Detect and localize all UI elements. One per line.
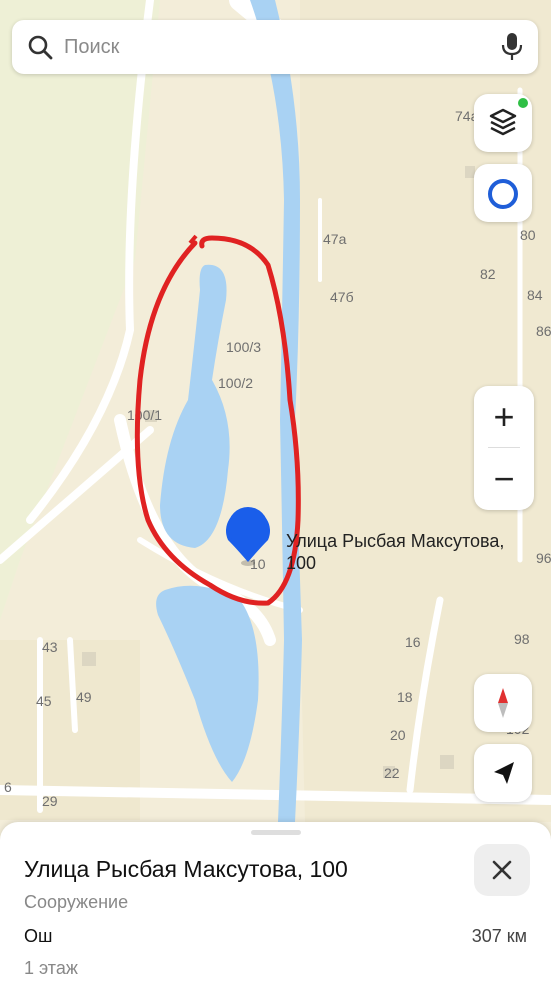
house-label: 49 — [76, 689, 92, 705]
place-floors: 1 этаж — [24, 958, 78, 978]
place-distance: 307 км — [471, 926, 527, 946]
navigation-button[interactable] — [474, 744, 532, 802]
house-label: 100/3 — [226, 339, 261, 355]
microphone-icon[interactable] — [500, 32, 524, 62]
close-icon — [492, 860, 512, 880]
place-card[interactable]: Улица Рысбая Максутова, 100 Сооружение О… — [0, 822, 551, 1000]
zoom-controls: + − — [474, 386, 534, 510]
house-label: 47а — [323, 231, 347, 247]
place-type: Сооружение — [24, 892, 129, 912]
compass-button[interactable] — [474, 674, 532, 732]
place-label-line2: 100 — [286, 553, 316, 573]
navigation-arrow-icon — [494, 762, 514, 784]
house-label: 96 — [536, 550, 551, 566]
search-icon — [28, 35, 53, 60]
layers-status-dot — [518, 98, 528, 108]
house-label: 98 — [514, 631, 530, 647]
house-label: 6 — [4, 779, 12, 795]
sheet-grab-handle[interactable] — [251, 830, 301, 835]
house-label: 80 — [520, 227, 536, 243]
house-label: 18 — [397, 689, 413, 705]
house-label: 20 — [390, 727, 406, 743]
search-bar[interactable] — [12, 20, 538, 74]
house-label: 47б — [330, 289, 354, 305]
zoom-out-button[interactable]: − — [474, 448, 534, 510]
house-label: 100/1 — [127, 407, 162, 423]
place-city: Ош — [24, 926, 53, 946]
house-label: 22 — [384, 765, 400, 781]
house-label: 29 — [42, 793, 58, 809]
house-label: 100/2 — [218, 375, 253, 391]
layers-button[interactable] — [474, 94, 532, 152]
place-title: Улица Рысбая Максутова, 100 — [24, 856, 348, 882]
my-location-button[interactable] — [474, 164, 532, 222]
zoom-in-button[interactable]: + — [474, 386, 534, 448]
search-input[interactable] — [64, 20, 484, 74]
house-label: 43 — [42, 639, 58, 655]
house-label: 16 — [405, 634, 421, 650]
close-button[interactable] — [474, 844, 530, 896]
my-location-icon — [488, 179, 518, 209]
house-label: 45 — [36, 693, 52, 709]
place-label-line1: Улица Рысбая Максутова, — [286, 531, 504, 551]
house-label: 86 — [536, 323, 551, 339]
house-label: 84 — [527, 287, 543, 303]
compass-icon — [498, 688, 508, 718]
house-label: 82 — [480, 266, 496, 282]
